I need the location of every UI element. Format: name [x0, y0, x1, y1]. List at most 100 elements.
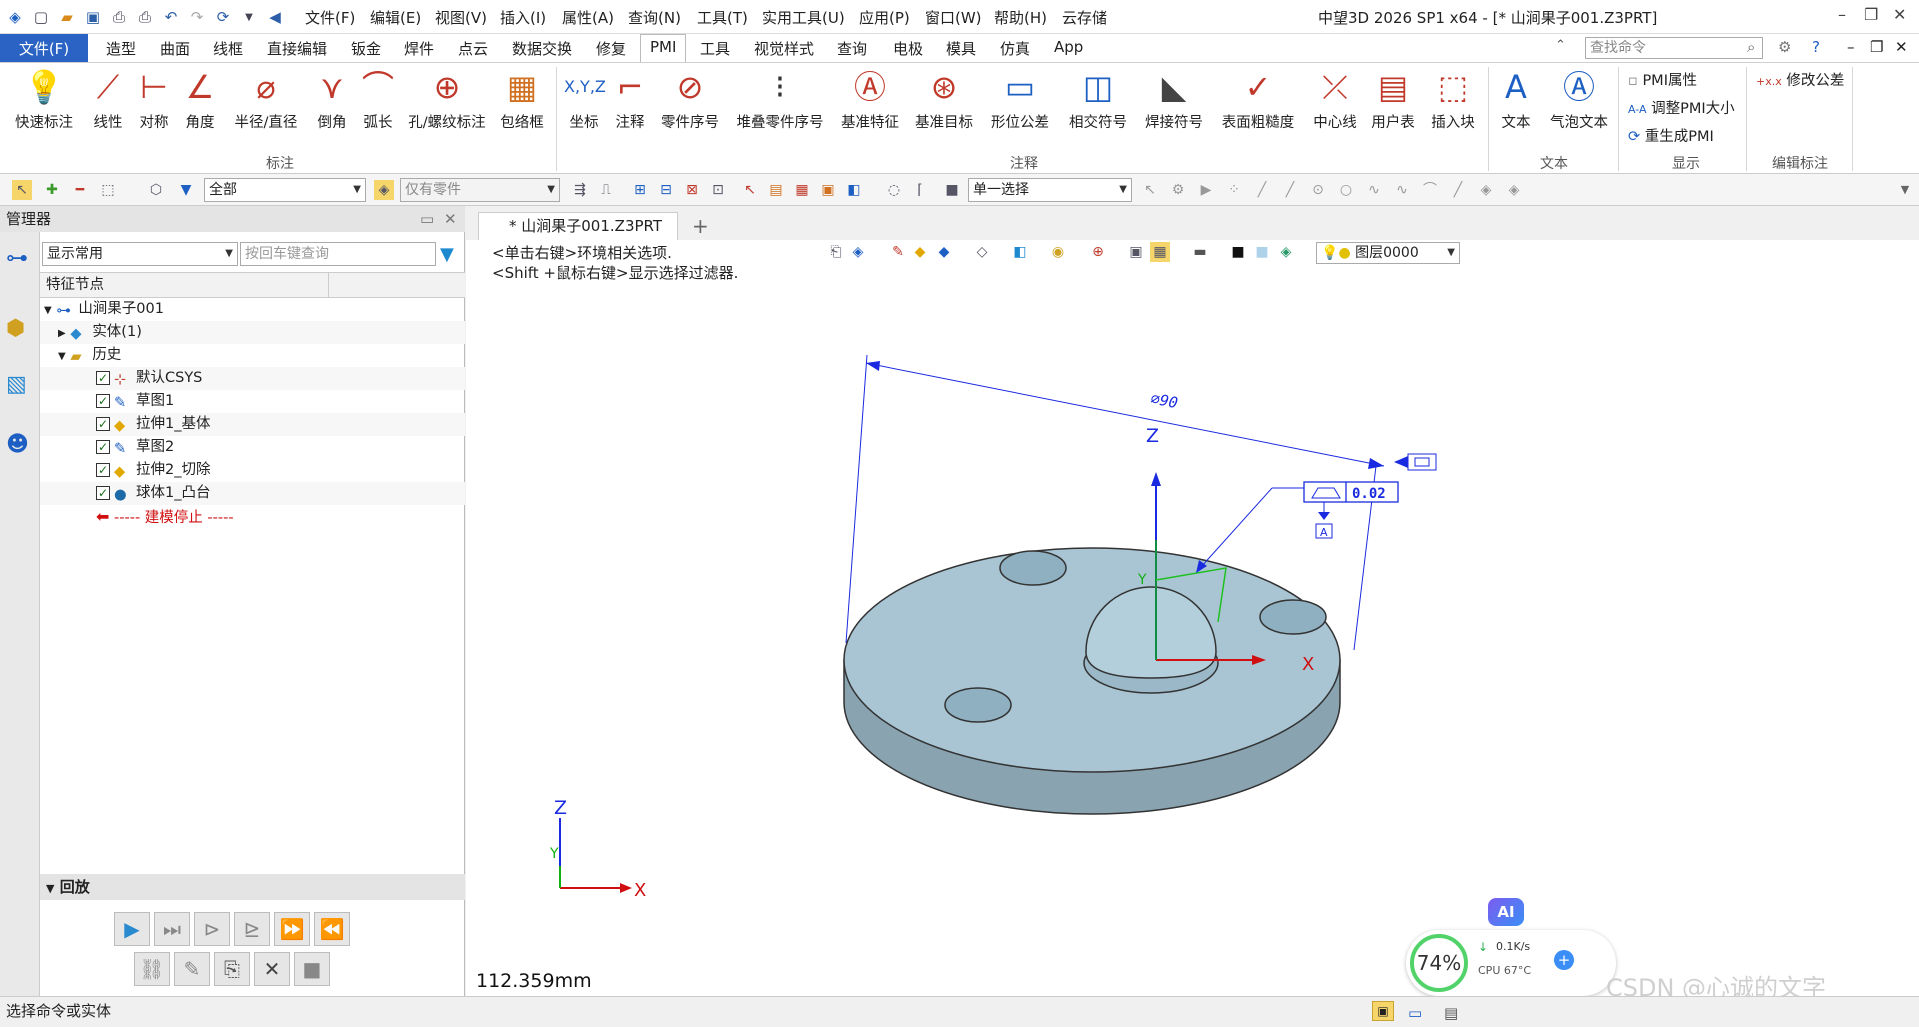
toolbar-icon-12[interactable]: ◌	[884, 180, 904, 200]
toolbar-icon-18[interactable]: ╱	[1252, 180, 1272, 200]
system-monitor-widget[interactable]: 74% ↓ 0.1K/s CPU 67°C +	[1406, 930, 1616, 996]
tree-item-extrude1[interactable]: ✓ ◆ 拉伸1_基体	[40, 413, 465, 436]
chamfer-dimension-button[interactable]: ⋎ 倒角	[310, 67, 354, 132]
open-file-icon[interactable]: ▰	[56, 6, 78, 28]
model-canvas[interactable]: Z Y X ⌀90 0.02 A Z Y X	[466, 240, 1919, 996]
restore-icon[interactable]: ❐	[1864, 5, 1878, 24]
toolbar-icon-16[interactable]: ▶	[1196, 180, 1216, 200]
filter-icon[interactable]: ▼	[176, 180, 196, 200]
collapse-ribbon-icon[interactable]: ⌃	[1555, 38, 1566, 53]
user-table-button[interactable]: ▤ 用户表	[1366, 67, 1420, 132]
toolbar-icon-25[interactable]: ╱	[1448, 180, 1468, 200]
ribbon-minimize-icon[interactable]: –	[1847, 38, 1855, 56]
menu-help[interactable]: 帮助(H)	[994, 7, 1047, 28]
menu-file[interactable]: 文件(F)	[305, 7, 355, 28]
menu-window[interactable]: 窗口(W)	[925, 7, 982, 28]
lasso-icon[interactable]: ⬡	[146, 180, 166, 200]
fast-forward-button[interactable]: ⏩	[274, 912, 310, 946]
datum-target-button[interactable]: ⊛ 基准目标	[910, 67, 978, 132]
toolbar-icon-7[interactable]: ↖	[740, 180, 760, 200]
toolbar-icon-24[interactable]: ⌒	[1420, 180, 1440, 200]
toolbar-icon-19[interactable]: ╱	[1280, 180, 1300, 200]
surface-roughness-button[interactable]: ✓ 表面粗糙度	[1214, 67, 1302, 132]
print-icon[interactable]: ⎙	[108, 6, 130, 28]
tab-repair[interactable]: 修复	[596, 38, 626, 59]
filter-combo[interactable]: 全部 ▼	[204, 178, 366, 202]
menu-view[interactable]: 视图(V)	[435, 7, 487, 28]
note-button[interactable]: ⌐ 注释	[608, 67, 652, 132]
visibility-checkbox[interactable]: ✓	[96, 417, 110, 431]
insert-block-button[interactable]: ⬚ 插入块	[1424, 67, 1482, 132]
display-mode-combo[interactable]: 显示常用 ▼	[42, 242, 238, 266]
toolbar-icon-9[interactable]: ▦	[792, 180, 812, 200]
tree-item-sketch1[interactable]: ✓ ✎ 草图1	[40, 390, 465, 413]
select-arrow-icon[interactable]: ↖	[12, 180, 32, 200]
tab-visual-style[interactable]: 视觉样式	[754, 38, 814, 59]
search-icon[interactable]: ⌕	[1747, 38, 1755, 56]
tab-simulation[interactable]: 仿真	[1000, 38, 1030, 59]
tree-root[interactable]: ▼ ⊶ 山涧果子001	[40, 298, 465, 321]
expand-icon[interactable]: ▼	[46, 882, 54, 895]
pmi-properties-button[interactable]: ▫ PMI属性	[1628, 69, 1697, 90]
menu-apps[interactable]: 应用(P)	[859, 7, 910, 28]
delete-button[interactable]: ✕	[254, 952, 290, 986]
rewind-button[interactable]: ⏪	[314, 912, 350, 946]
diameter-dimension-text[interactable]: ⌀90	[1149, 389, 1179, 412]
toolbar-icon-11[interactable]: ◧	[844, 180, 864, 200]
play-to-end-button[interactable]: ⊵	[234, 912, 270, 946]
select-mode-combo[interactable]: 单一选择 ▼	[968, 178, 1132, 202]
tab-modeling[interactable]: 造型	[106, 38, 136, 59]
tab-pointcloud[interactable]: 点云	[458, 38, 488, 59]
menu-edit[interactable]: 编辑(E)	[370, 7, 421, 28]
toolbar-icon-23[interactable]: ∿	[1392, 180, 1412, 200]
gdt-button[interactable]: ▭ 形位公差	[986, 67, 1054, 132]
dropdown-icon[interactable]: ▼	[238, 6, 260, 28]
collapse-icon[interactable]: ▶	[58, 328, 66, 339]
balloon-button[interactable]: ⊘ 零件序号	[654, 67, 726, 132]
ai-assistant-button[interactable]: AI	[1488, 898, 1524, 926]
resize-pmi-button[interactable]: A-A 调整PMI大小	[1628, 97, 1735, 118]
centerline-button[interactable]: ⤫ 中心线	[1308, 67, 1362, 132]
tree-item-extrude2[interactable]: ✓ ◆ 拉伸2_切除	[40, 459, 465, 482]
save-icon[interactable]: ▣	[82, 6, 104, 28]
menu-attribute[interactable]: 属性(A)	[562, 7, 614, 28]
tab-sheetmetal[interactable]: 钣金	[351, 38, 381, 59]
new-tab-icon[interactable]: +	[692, 214, 709, 238]
play-button[interactable]: ▶	[114, 912, 150, 946]
step-forward-button[interactable]: ⏭	[154, 912, 190, 946]
toolbar-icon-10[interactable]: ▣	[818, 180, 838, 200]
tree-rollback-bar[interactable]: ⬅ ----- 建模停止 -----	[40, 505, 465, 528]
radius-diameter-button[interactable]: ⌀ 半径/直径	[224, 67, 308, 132]
tab-wireframe[interactable]: 线框	[213, 38, 243, 59]
toolbar-icon-1[interactable]: ⇶	[570, 180, 590, 200]
toolbar-icon-15[interactable]: ⚙	[1168, 180, 1188, 200]
toolbar-icon-6[interactable]: ⊡	[708, 180, 728, 200]
tree-item-sketch2[interactable]: ✓ ✎ 草图2	[40, 436, 465, 459]
funnel-filter-icon[interactable]: ▼	[440, 244, 454, 265]
datum-feature-button[interactable]: Ⓐ 基准特征	[836, 67, 904, 132]
menu-query[interactable]: 查询(N)	[628, 7, 681, 28]
tab-surface[interactable]: 曲面	[160, 38, 190, 59]
tab-weldment[interactable]: 焊件	[404, 38, 434, 59]
user-icon[interactable]: ☻	[6, 432, 34, 460]
toolbar-icon-13[interactable]: ⌈	[910, 180, 930, 200]
close-panel-icon[interactable]: ✕	[444, 206, 457, 232]
redefine-button[interactable]: ⎘	[214, 952, 250, 986]
part-icon[interactable]: ⬢	[6, 316, 34, 344]
linear-dimension-button[interactable]: ⟋ 线性	[86, 67, 130, 132]
toolbar-icon-14[interactable]: ↖	[1140, 180, 1160, 200]
status-toggle-icon[interactable]: ▣	[1372, 1001, 1394, 1021]
expand-icon[interactable]: ▼	[58, 351, 66, 362]
hole-thread-callout-button[interactable]: ⊕ 孔/螺纹标注	[402, 67, 492, 132]
print-preview-icon[interactable]: ⎙	[134, 6, 156, 28]
minimize-icon[interactable]: –	[1838, 5, 1846, 24]
tab-pmi[interactable]: PMI	[650, 38, 676, 56]
visibility-checkbox[interactable]: ✓	[96, 440, 110, 454]
replay-header[interactable]: ▼ 回放	[40, 874, 465, 900]
tab-app[interactable]: App	[1054, 38, 1083, 56]
expand-icon[interactable]: ▼	[44, 305, 52, 316]
toolbar-icon-4[interactable]: ⊟	[656, 180, 676, 200]
new-file-icon[interactable]: ▢	[30, 6, 52, 28]
menu-tools[interactable]: 工具(T)	[697, 7, 748, 28]
monitor-icon[interactable]: ▭	[1408, 999, 1422, 1027]
